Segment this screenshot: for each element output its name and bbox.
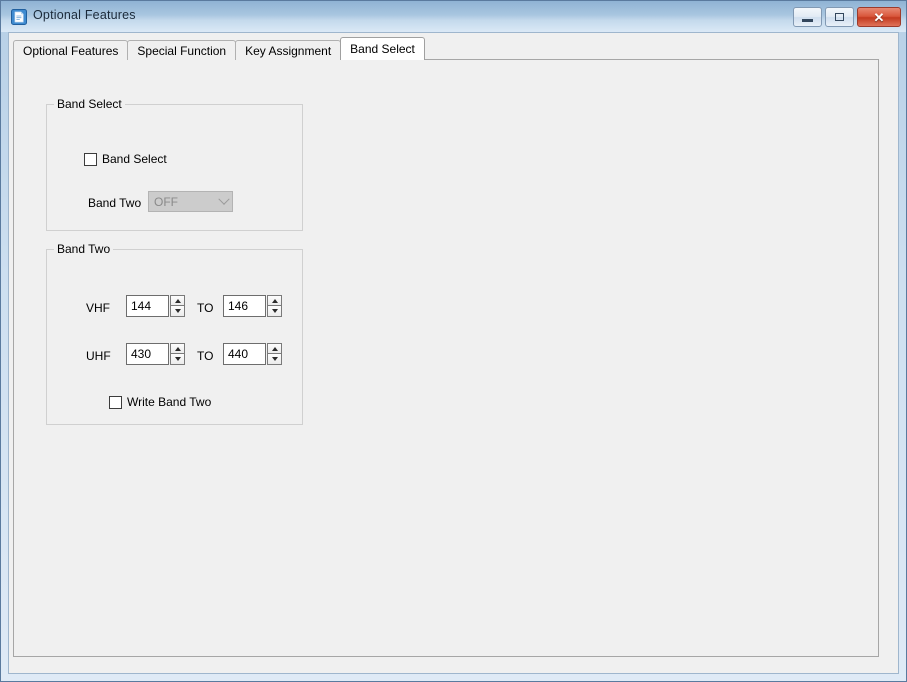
tab-label: Key Assignment xyxy=(245,44,332,58)
window-controls: ✕ xyxy=(793,7,901,27)
band-two-label: Band Two xyxy=(88,196,142,210)
title-bar: Optional Features ✕ xyxy=(1,1,906,32)
tab-label: Band Select xyxy=(350,42,415,56)
triangle-up-icon xyxy=(271,298,278,303)
stepper-up-button[interactable] xyxy=(170,295,185,306)
uhf-from-input[interactable] xyxy=(126,343,169,365)
tab-optional-features[interactable]: Optional Features xyxy=(13,40,129,60)
stepper-buttons[interactable] xyxy=(170,343,185,365)
minimize-icon xyxy=(802,18,813,22)
tab-label: Special Function xyxy=(137,44,227,58)
stepper-up-button[interactable] xyxy=(170,343,185,354)
maximize-icon xyxy=(835,13,844,21)
checkbox-label: Write Band Two xyxy=(127,395,212,409)
tab-band-select[interactable]: Band Select xyxy=(340,37,425,60)
triangle-up-icon xyxy=(174,346,181,351)
band-select-checkbox[interactable]: Band Select xyxy=(84,152,167,166)
tab-label: Optional Features xyxy=(23,44,119,58)
triangle-down-icon xyxy=(174,309,181,313)
vhf-from-input[interactable] xyxy=(126,295,169,317)
stepper-up-button[interactable] xyxy=(267,295,282,306)
stepper-down-button[interactable] xyxy=(170,354,185,365)
uhf-to-input[interactable] xyxy=(223,343,266,365)
group-title: Band Select xyxy=(54,97,125,111)
close-button[interactable]: ✕ xyxy=(857,7,901,27)
vhf-from-stepper[interactable] xyxy=(126,295,185,317)
checkbox-box[interactable] xyxy=(84,152,97,166)
checkbox-box[interactable] xyxy=(109,395,122,409)
tab-page-band-select: Band Select Band Select Band Two OFF Ban… xyxy=(13,59,879,657)
tab-key-assignment[interactable]: Key Assignment xyxy=(235,40,342,60)
group-title: Band Two xyxy=(54,242,114,256)
triangle-up-icon xyxy=(271,346,278,351)
maximize-button[interactable] xyxy=(825,7,854,27)
triangle-down-icon xyxy=(271,309,278,313)
close-icon: ✕ xyxy=(873,9,885,25)
uhf-from-stepper[interactable] xyxy=(126,343,185,365)
stepper-up-button[interactable] xyxy=(267,343,282,354)
document-blue-icon xyxy=(11,9,27,25)
triangle-down-icon xyxy=(174,357,181,361)
uhf-to-stepper[interactable] xyxy=(223,343,282,365)
stepper-down-button[interactable] xyxy=(170,306,185,317)
uhf-to-separator: TO xyxy=(197,349,214,363)
band-two-value: OFF xyxy=(154,194,178,209)
minimize-button[interactable] xyxy=(793,7,822,27)
chevron-down-icon xyxy=(215,192,232,211)
stepper-down-button[interactable] xyxy=(267,354,282,365)
vhf-to-stepper[interactable] xyxy=(223,295,282,317)
vhf-label: VHF xyxy=(86,301,110,315)
tab-strip: Optional Features Special Function Key A… xyxy=(13,37,425,60)
stepper-down-button[interactable] xyxy=(267,306,282,317)
checkbox-label: Band Select xyxy=(102,152,167,166)
window-title: Optional Features xyxy=(33,8,136,22)
vhf-to-input[interactable] xyxy=(223,295,266,317)
group-band-two: Band Two VHF TO UHF xyxy=(46,242,303,425)
group-band-select: Band Select Band Select Band Two OFF xyxy=(46,97,303,231)
triangle-up-icon xyxy=(174,298,181,303)
write-band-two-checkbox[interactable]: Write Band Two xyxy=(109,395,211,409)
triangle-down-icon xyxy=(271,357,278,361)
tab-special-function[interactable]: Special Function xyxy=(127,40,237,60)
vhf-to-separator: TO xyxy=(197,301,214,315)
stepper-buttons[interactable] xyxy=(267,343,282,365)
application-window: Optional Features ✕ Optional Features Sp… xyxy=(0,0,907,682)
band-two-select[interactable]: OFF xyxy=(148,191,233,212)
stepper-buttons[interactable] xyxy=(170,295,185,317)
stepper-buttons[interactable] xyxy=(267,295,282,317)
uhf-label: UHF xyxy=(86,349,111,363)
